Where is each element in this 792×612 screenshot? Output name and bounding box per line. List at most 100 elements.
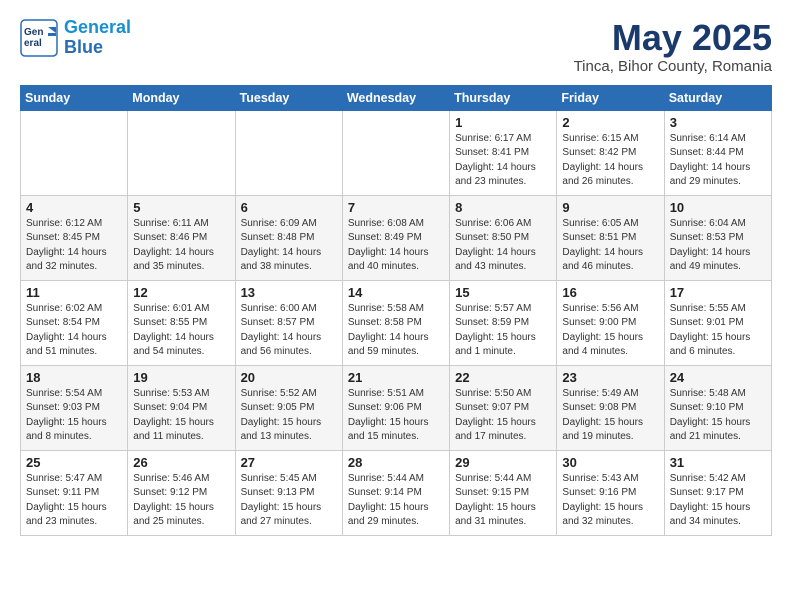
day-info: Sunrise: 5:50 AM Sunset: 9:07 PM Dayligh… — [455, 387, 551, 445]
weekday-header-sunday: Sunday — [21, 85, 128, 110]
weekday-header-saturday: Saturday — [664, 85, 771, 110]
calendar-cell: 6 Sunrise: 6:09 AM Sunset: 8:48 PM Daylig… — [235, 195, 342, 280]
day-info: Sunrise: 5:54 AM Sunset: 9:03 PM Dayligh… — [26, 387, 122, 445]
day-info: Sunrise: 5:53 AM Sunset: 9:04 PM Dayligh… — [133, 387, 229, 445]
calendar-cell: 19Sunrise: 5:53 AM Sunset: 9:04 PM Dayli… — [128, 365, 235, 450]
calendar-cell: 3 Sunrise: 6:14 AM Sunset: 8:44 PM Daylig… — [664, 110, 771, 195]
day-info: Sunrise: 5:48 AM Sunset: 9:10 PM Dayligh… — [670, 387, 766, 445]
day-info: Sunrise: 6:05 AM Sunset: 8:51 PM Dayligh… — [562, 217, 658, 275]
day-number: 9 — [562, 200, 658, 215]
calendar-cell: 15Sunrise: 5:57 AM Sunset: 8:59 PM Dayli… — [450, 280, 557, 365]
day-number: 1 — [455, 115, 551, 130]
weekday-header-monday: Monday — [128, 85, 235, 110]
calendar-cell: 11 Sunrise: 6:02 AM Sunset: 8:54 PM Dayli… — [21, 280, 128, 365]
day-number: 18 — [26, 370, 122, 385]
day-info: Sunrise: 6:06 AM Sunset: 8:50 PM Dayligh… — [455, 217, 551, 275]
day-info: Sunrise: 5:42 AM Sunset: 9:17 PM Dayligh… — [670, 472, 766, 530]
day-number: 11 — [26, 285, 122, 300]
day-number: 20 — [241, 370, 337, 385]
calendar-cell: 14 Sunrise: 5:58 AM Sunset: 8:58 PM Dayli… — [342, 280, 449, 365]
title-block: May 2025 Tinca, Bihor County, Romania — [574, 18, 772, 75]
calendar-cell: 27 Sunrise: 5:45 AM Sunset: 9:13 PM Dayli… — [235, 450, 342, 535]
calendar-cell: 22 Sunrise: 5:50 AM Sunset: 9:07 PM Dayli… — [450, 365, 557, 450]
day-info: Sunrise: 6:00 AM Sunset: 8:57 PM Dayligh… — [241, 302, 337, 360]
day-number: 23 — [562, 370, 658, 385]
day-info: Sunrise: 5:52 AM Sunset: 9:05 PM Dayligh… — [241, 387, 337, 445]
weekday-header-tuesday: Tuesday — [235, 85, 342, 110]
calendar-cell: 1 Sunrise: 6:17 AM Sunset: 8:41 PM Daylig… — [450, 110, 557, 195]
weekday-header-wednesday: Wednesday — [342, 85, 449, 110]
day-number: 21 — [348, 370, 444, 385]
day-number: 5 — [133, 200, 229, 215]
week-row-5: 25 Sunrise: 5:47 AM Sunset: 9:11 PM Dayli… — [21, 450, 772, 535]
calendar-cell: 25 Sunrise: 5:47 AM Sunset: 9:11 PM Dayli… — [21, 450, 128, 535]
day-number: 30 — [562, 455, 658, 470]
calendar-container: Gen eral GeneralBlue May 2025 Tinca, Bih… — [0, 0, 792, 554]
day-number: 12 — [133, 285, 229, 300]
week-row-4: 18 Sunrise: 5:54 AM Sunset: 9:03 PM Dayli… — [21, 365, 772, 450]
day-info: Sunrise: 5:45 AM Sunset: 9:13 PM Dayligh… — [241, 472, 337, 530]
day-number: 13 — [241, 285, 337, 300]
day-number: 31 — [670, 455, 766, 470]
calendar-cell: 10Sunrise: 6:04 AM Sunset: 8:53 PM Dayli… — [664, 195, 771, 280]
calendar-subtitle: Tinca, Bihor County, Romania — [574, 58, 772, 75]
day-number: 22 — [455, 370, 551, 385]
day-info: Sunrise: 6:15 AM Sunset: 8:42 PM Dayligh… — [562, 132, 658, 190]
day-info: Sunrise: 5:55 AM Sunset: 9:01 PM Dayligh… — [670, 302, 766, 360]
day-number: 6 — [241, 200, 337, 215]
logo-text: GeneralBlue — [64, 18, 131, 58]
svg-text:Gen: Gen — [24, 27, 43, 38]
calendar-cell: 16Sunrise: 5:56 AM Sunset: 9:00 PM Dayli… — [557, 280, 664, 365]
logo: Gen eral GeneralBlue — [20, 18, 131, 58]
calendar-cell: 12 Sunrise: 6:01 AM Sunset: 8:55 PM Dayli… — [128, 280, 235, 365]
calendar-cell: 31 Sunrise: 5:42 AM Sunset: 9:17 PM Dayli… — [664, 450, 771, 535]
day-info: Sunrise: 5:49 AM Sunset: 9:08 PM Dayligh… — [562, 387, 658, 445]
calendar-cell — [128, 110, 235, 195]
calendar-cell: 28Sunrise: 5:44 AM Sunset: 9:14 PM Dayli… — [342, 450, 449, 535]
day-number: 27 — [241, 455, 337, 470]
weekday-header-row: SundayMondayTuesdayWednesdayThursdayFrid… — [21, 85, 772, 110]
day-number: 28 — [348, 455, 444, 470]
day-info: Sunrise: 5:43 AM Sunset: 9:16 PM Dayligh… — [562, 472, 658, 530]
calendar-table: SundayMondayTuesdayWednesdayThursdayFrid… — [20, 85, 772, 536]
day-number: 3 — [670, 115, 766, 130]
day-number: 24 — [670, 370, 766, 385]
day-info: Sunrise: 6:17 AM Sunset: 8:41 PM Dayligh… — [455, 132, 551, 190]
day-info: Sunrise: 5:44 AM Sunset: 9:15 PM Dayligh… — [455, 472, 551, 530]
calendar-cell: 24 Sunrise: 5:48 AM Sunset: 9:10 PM Dayli… — [664, 365, 771, 450]
svg-text:eral: eral — [24, 38, 42, 49]
calendar-cell: 2Sunrise: 6:15 AM Sunset: 8:42 PM Daylig… — [557, 110, 664, 195]
day-info: Sunrise: 6:14 AM Sunset: 8:44 PM Dayligh… — [670, 132, 766, 190]
day-info: Sunrise: 5:58 AM Sunset: 8:58 PM Dayligh… — [348, 302, 444, 360]
calendar-cell: 18 Sunrise: 5:54 AM Sunset: 9:03 PM Dayli… — [21, 365, 128, 450]
day-info: Sunrise: 5:47 AM Sunset: 9:11 PM Dayligh… — [26, 472, 122, 530]
day-number: 25 — [26, 455, 122, 470]
header: Gen eral GeneralBlue May 2025 Tinca, Bih… — [20, 18, 772, 75]
day-number: 14 — [348, 285, 444, 300]
day-number: 26 — [133, 455, 229, 470]
day-number: 17 — [670, 285, 766, 300]
calendar-cell: 26Sunrise: 5:46 AM Sunset: 9:12 PM Dayli… — [128, 450, 235, 535]
calendar-cell: 8Sunrise: 6:06 AM Sunset: 8:50 PM Daylig… — [450, 195, 557, 280]
calendar-cell: 20 Sunrise: 5:52 AM Sunset: 9:05 PM Dayli… — [235, 365, 342, 450]
day-info: Sunrise: 6:04 AM Sunset: 8:53 PM Dayligh… — [670, 217, 766, 275]
calendar-cell: 21Sunrise: 5:51 AM Sunset: 9:06 PM Dayli… — [342, 365, 449, 450]
calendar-cell: 30 Sunrise: 5:43 AM Sunset: 9:16 PM Dayli… — [557, 450, 664, 535]
weekday-header-friday: Friday — [557, 85, 664, 110]
day-info: Sunrise: 6:02 AM Sunset: 8:54 PM Dayligh… — [26, 302, 122, 360]
calendar-cell — [342, 110, 449, 195]
day-info: Sunrise: 6:08 AM Sunset: 8:49 PM Dayligh… — [348, 217, 444, 275]
week-row-2: 4 Sunrise: 6:12 AM Sunset: 8:45 PM Daylig… — [21, 195, 772, 280]
day-info: Sunrise: 5:57 AM Sunset: 8:59 PM Dayligh… — [455, 302, 551, 360]
day-info: Sunrise: 6:01 AM Sunset: 8:55 PM Dayligh… — [133, 302, 229, 360]
day-info: Sunrise: 6:09 AM Sunset: 8:48 PM Dayligh… — [241, 217, 337, 275]
calendar-cell: 9 Sunrise: 6:05 AM Sunset: 8:51 PM Daylig… — [557, 195, 664, 280]
day-number: 29 — [455, 455, 551, 470]
calendar-cell: 4 Sunrise: 6:12 AM Sunset: 8:45 PM Daylig… — [21, 195, 128, 280]
calendar-cell: 17 Sunrise: 5:55 AM Sunset: 9:01 PM Dayli… — [664, 280, 771, 365]
day-info: Sunrise: 6:12 AM Sunset: 8:45 PM Dayligh… — [26, 217, 122, 275]
calendar-title: May 2025 — [574, 18, 772, 58]
day-number: 4 — [26, 200, 122, 215]
logo-icon: Gen eral — [20, 19, 58, 57]
week-row-3: 11 Sunrise: 6:02 AM Sunset: 8:54 PM Dayli… — [21, 280, 772, 365]
